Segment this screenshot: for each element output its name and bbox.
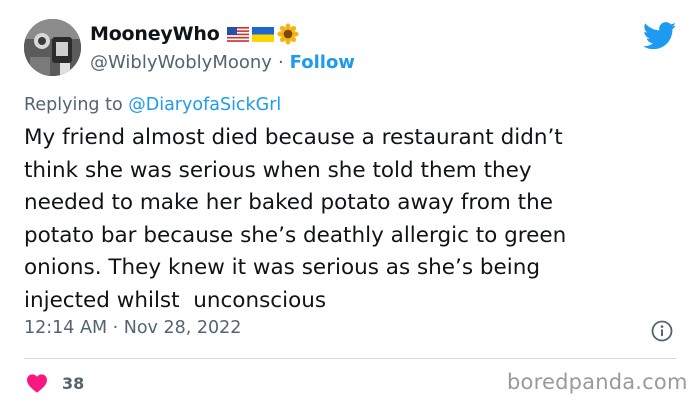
reply-mention-link[interactable]: @DiaryofaSickGrl	[128, 95, 281, 115]
separator-dot: ·	[277, 52, 284, 73]
us-flag-icon	[226, 26, 249, 42]
display-name[interactable]: MooneyWho	[90, 23, 220, 45]
follow-button[interactable]: Follow	[290, 52, 355, 73]
replying-to: Replying to @DiaryofaSickGrl	[24, 95, 281, 115]
tweet-timestamp[interactable]: 12:14 AM · Nov 28, 2022	[24, 318, 241, 338]
user-handle[interactable]: @WiblyWoblyMoony	[90, 52, 272, 73]
watermark: boredpanda.com	[507, 370, 688, 394]
info-icon[interactable]	[651, 320, 673, 342]
flag-emojis	[226, 23, 299, 45]
sunflower-icon	[276, 23, 299, 45]
like-count: 38	[62, 373, 85, 393]
twitter-bird-icon[interactable]	[643, 22, 677, 50]
divider	[24, 358, 676, 359]
tweet-text: My friend almost died because a restaura…	[24, 125, 567, 313]
replying-prefix: Replying to	[24, 95, 123, 115]
ukraine-flag-icon	[251, 26, 274, 42]
user-info: MooneyWho @WiblyWoblyMoony · Follow	[90, 20, 355, 73]
like-button[interactable]: 38	[26, 373, 84, 393]
heart-icon	[27, 374, 47, 393]
avatar-image	[24, 19, 81, 76]
avatar[interactable]	[24, 19, 81, 76]
